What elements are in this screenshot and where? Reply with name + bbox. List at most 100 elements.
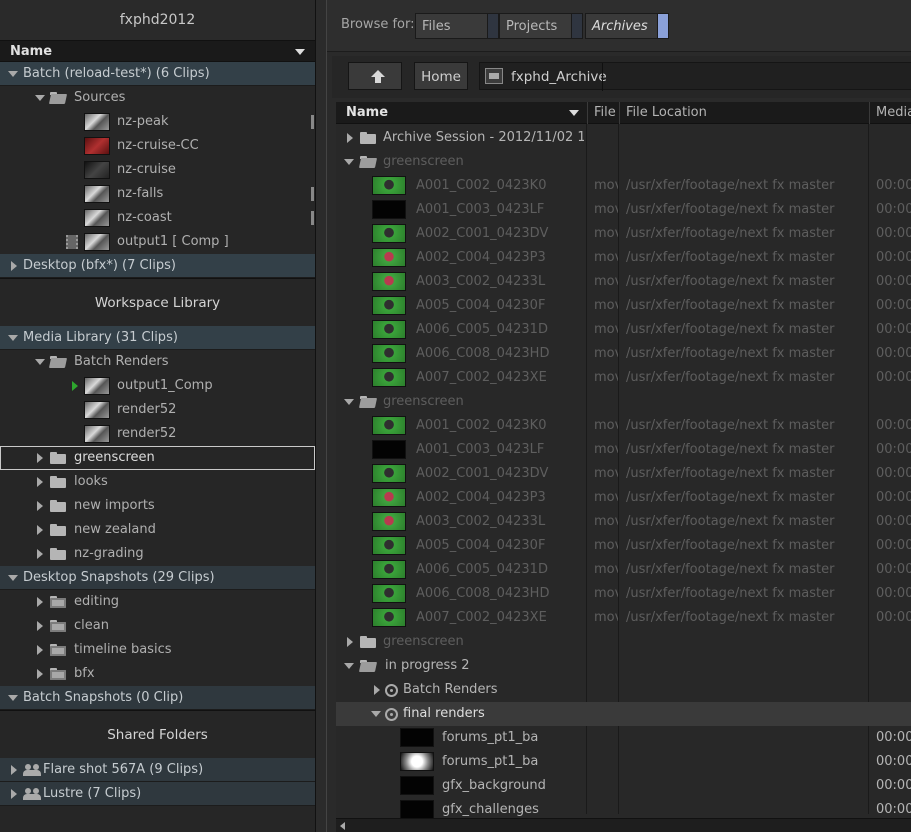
library-batch-snapshots[interactable]: Batch Snapshots (0 Clip) bbox=[0, 686, 315, 710]
archive-clip-row[interactable]: A006_C008_0423HD mov/usr/xfer/footage/nex… bbox=[336, 582, 911, 606]
archive-clip-row[interactable]: A001_C003_0423LF mov/usr/xfer/footage/nex… bbox=[336, 198, 911, 222]
tab-projects[interactable]: Projects bbox=[499, 13, 583, 39]
expand-down-icon[interactable] bbox=[35, 359, 45, 365]
expand-right-icon[interactable] bbox=[37, 453, 43, 463]
archive-clip-row[interactable]: A002_C004_0423P3 mov/usr/xfer/footage/nex… bbox=[336, 246, 911, 270]
archive-clip-row[interactable]: A002_C001_0423DV mov/usr/xfer/footage/nex… bbox=[336, 222, 911, 246]
expand-right-icon[interactable] bbox=[37, 477, 43, 487]
archive-clip-row[interactable]: A001_C002_0423K0 mov/usr/xfer/footage/nex… bbox=[336, 174, 911, 198]
left-name-column-header[interactable]: Name bbox=[0, 40, 315, 62]
archive-clip-row[interactable]: A006_C005_04231D mov/usr/xfer/footage/nex… bbox=[336, 558, 911, 582]
archive-session-row[interactable]: Archive Session - 2012/11/02 10 bbox=[336, 126, 911, 150]
archive-clip-row[interactable]: A003_C002_04233L mov/usr/xfer/footage/nex… bbox=[336, 270, 911, 294]
row-name: gfx_background bbox=[442, 778, 546, 793]
folder-nz-grading[interactable]: nz-grading bbox=[0, 542, 315, 566]
scroll-left-icon[interactable] bbox=[340, 822, 345, 830]
expand-down-icon[interactable] bbox=[8, 695, 18, 701]
folder-batch-renders[interactable]: Batch Renders bbox=[0, 350, 315, 374]
expand-right-icon[interactable] bbox=[347, 637, 353, 647]
play-indicator-icon[interactable] bbox=[72, 381, 78, 391]
archive-clip-row[interactable]: A002_C001_0423DV mov/usr/xfer/footage/nex… bbox=[336, 462, 911, 486]
expand-down-icon[interactable] bbox=[371, 711, 381, 717]
folder-new-zealand[interactable]: new zealand bbox=[0, 518, 315, 542]
archive-clip-row[interactable]: A003_C002_04233L mov/usr/xfer/footage/nex… bbox=[336, 510, 911, 534]
in-progress-row[interactable]: in progress 2 bbox=[336, 654, 911, 678]
library-batch[interactable]: Batch (reload-test*) (6 Clips) bbox=[0, 62, 315, 86]
archive-clip-row[interactable]: A001_C002_0423K0 mov/usr/xfer/footage/nex… bbox=[336, 414, 911, 438]
archive-clip-row[interactable]: A006_C005_04231D mov/usr/xfer/footage/nex… bbox=[336, 318, 911, 342]
library-desktop-snapshots[interactable]: Desktop Snapshots (29 Clips) bbox=[0, 566, 315, 590]
archive-clip-row[interactable]: A005_C004_04230F mov/usr/xfer/footage/nex… bbox=[336, 534, 911, 558]
snapshot-editing[interactable]: editing bbox=[0, 590, 315, 614]
expand-down-icon[interactable] bbox=[35, 95, 45, 101]
folder-greenscreen[interactable]: greenscreen bbox=[0, 446, 315, 470]
expand-down-icon[interactable] bbox=[8, 71, 18, 77]
archive-clip-row[interactable]: A002_C004_0423P3 mov/usr/xfer/footage/nex… bbox=[336, 486, 911, 510]
sort-triangle-icon[interactable] bbox=[569, 110, 579, 116]
source-clip[interactable]: nz-peak bbox=[0, 110, 315, 134]
expand-right-icon[interactable] bbox=[37, 597, 43, 607]
up-button[interactable] bbox=[348, 62, 402, 90]
expand-right-icon[interactable] bbox=[37, 501, 43, 511]
greenscreen-row[interactable]: greenscreen bbox=[336, 630, 911, 654]
archive-clip-row[interactable]: A007_C002_0423XE mov/usr/xfer/footage/nex… bbox=[336, 606, 911, 630]
expand-right-icon[interactable] bbox=[37, 645, 43, 655]
final-render-clip-row[interactable]: forums_pt1_ba 00:00 bbox=[336, 750, 911, 774]
greenscreen-row[interactable]: greenscreen bbox=[336, 150, 911, 174]
row-media: 00:00 bbox=[876, 442, 911, 457]
library-media[interactable]: Media Library (31 Clips) bbox=[0, 326, 315, 350]
expand-down-icon[interactable] bbox=[8, 575, 18, 581]
row-file-location: /usr/xfer/footage/next fx master bbox=[626, 298, 835, 313]
final-render-clip-row[interactable]: forums_pt1_ba 00:00 bbox=[336, 726, 911, 750]
source-clip[interactable]: nz-cruise-CC bbox=[0, 134, 315, 158]
expand-right-icon[interactable] bbox=[37, 669, 43, 679]
snapshot-bfx[interactable]: bfx bbox=[0, 662, 315, 686]
snapshot-clean[interactable]: clean bbox=[0, 614, 315, 638]
archive-clip-row[interactable]: A001_C003_0423LF mov/usr/xfer/footage/nex… bbox=[336, 438, 911, 462]
expand-right-icon[interactable] bbox=[374, 685, 380, 695]
expand-down-icon[interactable] bbox=[8, 335, 18, 341]
shared-library[interactable]: Flare shot 567A (9 Clips) bbox=[0, 758, 315, 782]
folder-looks[interactable]: looks bbox=[0, 470, 315, 494]
column-name[interactable]: Name bbox=[336, 102, 585, 124]
expand-down-icon[interactable] bbox=[344, 663, 354, 669]
source-clip[interactable]: nz-coast bbox=[0, 206, 315, 230]
render-clip[interactable]: render52 bbox=[0, 398, 315, 422]
final-renders-row[interactable]: final renders bbox=[336, 702, 911, 726]
library-desktop[interactable]: Desktop (bfx*) (7 Clips) bbox=[0, 254, 315, 278]
sort-triangle-icon[interactable] bbox=[295, 49, 305, 55]
tab-archives[interactable]: Archives bbox=[585, 13, 669, 39]
render-clip[interactable]: output1_Comp bbox=[0, 374, 315, 398]
source-clip[interactable]: nz-falls bbox=[0, 182, 315, 206]
final-render-clip-row[interactable]: gfx_background 00:00 bbox=[336, 774, 911, 798]
expand-right-icon[interactable] bbox=[347, 133, 353, 143]
expand-right-icon[interactable] bbox=[37, 621, 43, 631]
render-clip[interactable]: render52 bbox=[0, 422, 315, 446]
archive-clip-row[interactable]: A006_C008_0423HD mov/usr/xfer/footage/nex… bbox=[336, 342, 911, 366]
home-button[interactable]: Home bbox=[414, 62, 468, 90]
expand-down-icon[interactable] bbox=[344, 399, 354, 405]
expand-right-icon[interactable] bbox=[11, 261, 17, 271]
row-name: A007_C002_0423XE bbox=[416, 610, 547, 625]
archive-clip-row[interactable]: A007_C002_0423XE mov/usr/xfer/footage/nex… bbox=[336, 366, 911, 390]
expand-right-icon[interactable] bbox=[37, 525, 43, 535]
expand-right-icon[interactable] bbox=[11, 765, 17, 775]
batch-output-clip[interactable]: output1 [ Comp ] bbox=[0, 230, 315, 254]
archive-clip-row[interactable]: A005_C004_04230F mov/usr/xfer/footage/nex… bbox=[336, 294, 911, 318]
tab-files[interactable]: Files bbox=[415, 13, 499, 39]
expand-right-icon[interactable] bbox=[37, 549, 43, 559]
batch-renders-row[interactable]: Batch Renders bbox=[336, 678, 911, 702]
shared-library[interactable]: Lustre (7 Clips) bbox=[0, 782, 315, 806]
column-file[interactable]: File bbox=[587, 102, 619, 124]
folder-sources[interactable]: Sources bbox=[0, 86, 315, 110]
horizontal-scrollbar[interactable] bbox=[336, 818, 911, 832]
folder-new-imports[interactable]: new imports bbox=[0, 494, 315, 518]
source-clip[interactable]: nz-cruise bbox=[0, 158, 315, 182]
expand-right-icon[interactable] bbox=[11, 789, 17, 799]
column-media[interactable]: Media bbox=[869, 102, 911, 124]
expand-down-icon[interactable] bbox=[344, 159, 354, 165]
column-file-location[interactable]: File Location bbox=[619, 102, 869, 124]
path-field[interactable]: fxphd_Archive bbox=[479, 62, 911, 91]
greenscreen-row[interactable]: greenscreen bbox=[336, 390, 911, 414]
snapshot-timeline-basics[interactable]: timeline basics bbox=[0, 638, 315, 662]
